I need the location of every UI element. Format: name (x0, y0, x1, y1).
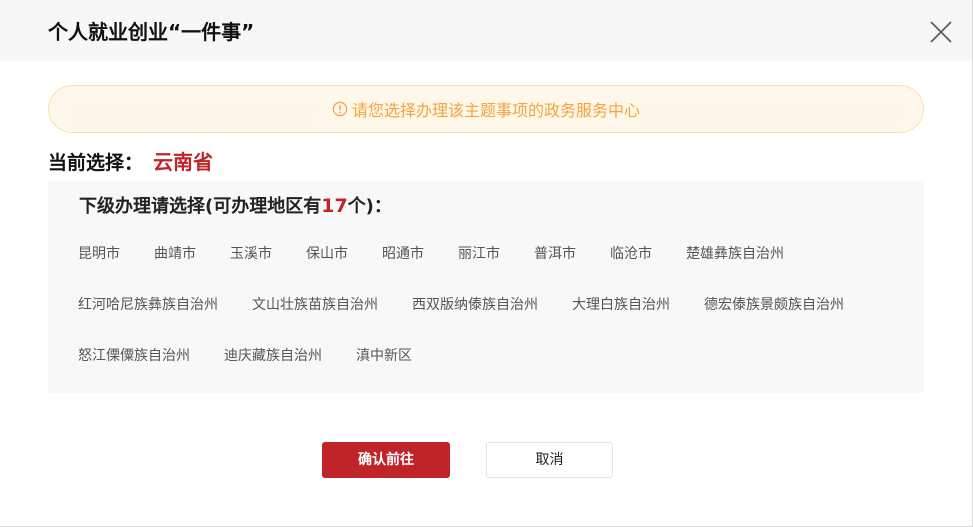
region-item[interactable]: 楚雄彝族自治州 (686, 245, 784, 263)
region-item[interactable]: 文山壮族苗族自治州 (252, 296, 378, 314)
cancel-button[interactable]: 取消 (486, 442, 613, 478)
region-item[interactable]: 滇中新区 (356, 347, 412, 365)
region-item[interactable]: 昭通市 (382, 245, 424, 263)
dialog-title: 个人就业创业“一件事” (48, 20, 255, 44)
dialog-header: 个人就业创业“一件事” (0, 0, 972, 61)
region-item[interactable]: 曲靖市 (154, 245, 196, 263)
current-selection: 当前选择： 云南省 (48, 148, 213, 176)
region-item[interactable]: 保山市 (306, 245, 348, 263)
panel-title-prefix: 下级办理请选择(可办理地区有 (79, 196, 322, 217)
region-item[interactable]: 大理白族自治州 (572, 296, 670, 314)
region-item[interactable]: 西双版纳傣族自治州 (412, 296, 538, 314)
region-row-1: 昆明市 曲靖市 玉溪市 保山市 昭通市 丽江市 普洱市 临沧市 楚雄彝族自治州 (78, 245, 784, 263)
current-selection-value: 云南省 (153, 150, 214, 174)
region-item[interactable]: 普洱市 (534, 245, 576, 263)
region-panel: 下级办理请选择(可办理地区有17个)： 昆明市 曲靖市 玉溪市 保山市 昭通市 … (48, 181, 924, 393)
region-item[interactable]: 红河哈尼族彝族自治州 (78, 296, 218, 314)
region-item[interactable]: 怒江傈僳族自治州 (78, 347, 190, 365)
info-circle-icon (332, 101, 348, 117)
region-count: 17 (321, 195, 348, 217)
close-button[interactable] (925, 16, 957, 48)
region-item[interactable]: 迪庆藏族自治州 (224, 347, 322, 365)
notice-banner: 请您选择办理该主题事项的政务服务中心 (48, 85, 924, 133)
region-item[interactable]: 昆明市 (78, 245, 120, 263)
confirm-button[interactable]: 确认前往 (322, 442, 450, 478)
region-row-3: 怒江傈僳族自治州 迪庆藏族自治州 滇中新区 (78, 347, 412, 365)
notice-text: 请您选择办理该主题事项的政务服务中心 (351, 101, 640, 120)
current-selection-label: 当前选择： (48, 152, 144, 174)
region-item[interactable]: 临沧市 (610, 245, 652, 263)
region-panel-title: 下级办理请选择(可办理地区有17个)： (79, 194, 392, 219)
region-item[interactable]: 丽江市 (458, 245, 500, 263)
close-icon (930, 21, 952, 43)
panel-title-suffix: 个)： (347, 196, 392, 217)
region-row-2: 红河哈尼族彝族自治州 文山壮族苗族自治州 西双版纳傣族自治州 大理白族自治州 德… (78, 296, 844, 314)
region-item[interactable]: 玉溪市 (230, 245, 272, 263)
theme-dialog: 个人就业创业“一件事” 请您选择办理该主题事项的政务服务中心 当前选择： 云南省 … (0, 0, 973, 527)
region-item[interactable]: 德宏傣族景颇族自治州 (704, 296, 844, 314)
